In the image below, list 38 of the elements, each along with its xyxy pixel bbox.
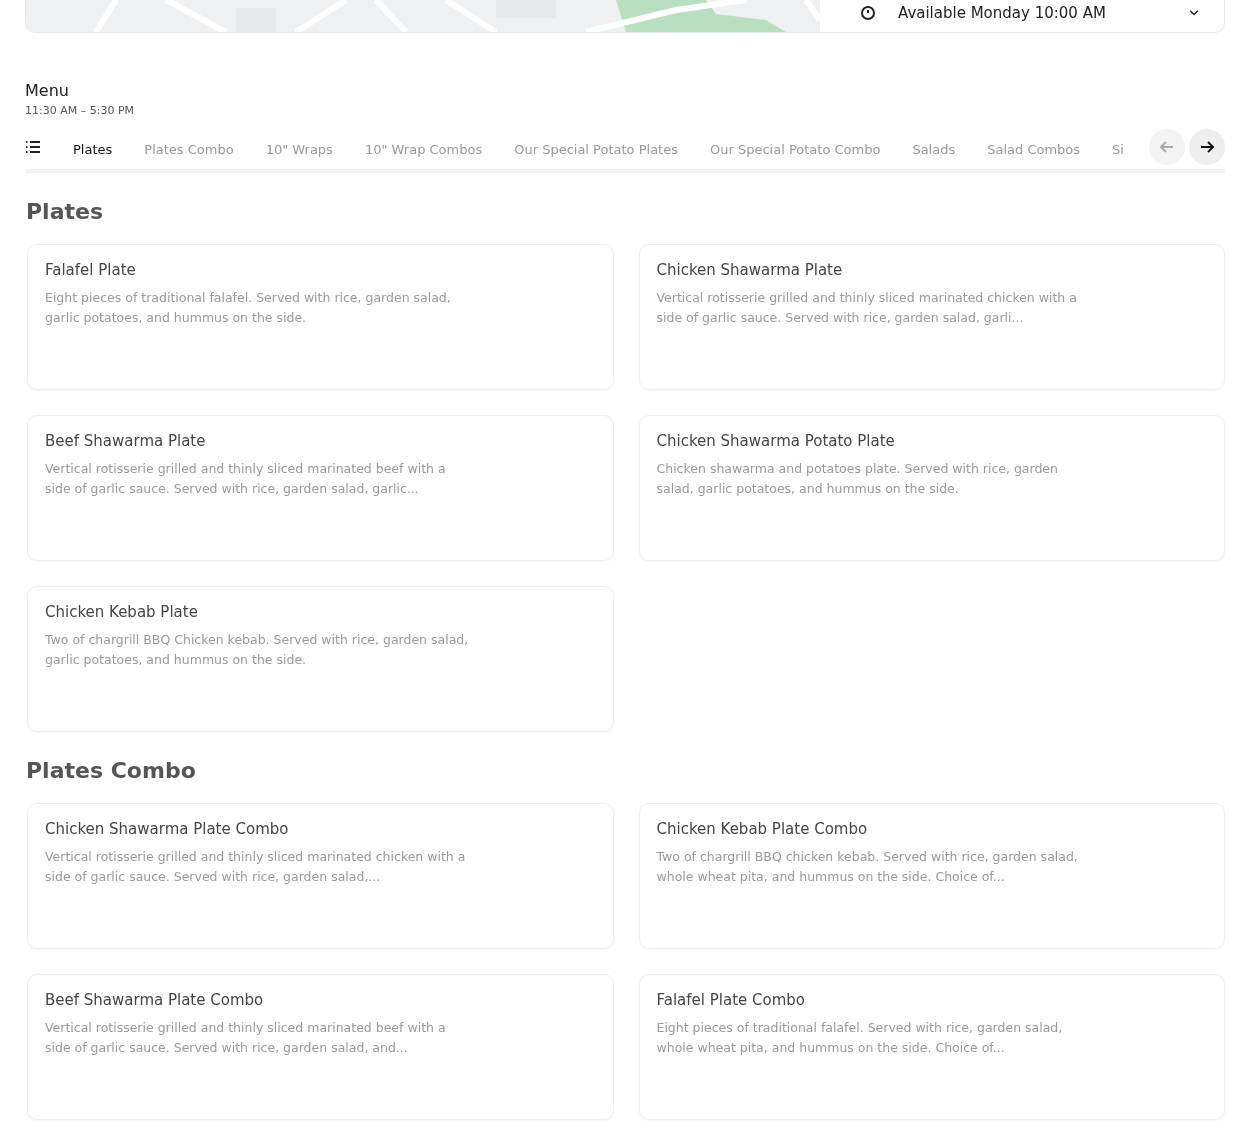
clock-icon <box>860 5 876 21</box>
item-description: Chicken shawarma and potatoes plate. Served with rice, garden salad, garlic potatoes, and hummus on the side. <box>656 460 1059 498</box>
menu-item-card[interactable]: Falafel Plate Combo Eight pieces of traditional falafel. Served with rice, garden salad, whole wheat pita, and hummus on the side. Choice of... <box>638 974 1225 1120</box>
item-description: Eight pieces of traditional falafel. Served with rice, garden salad, whole wheat pita, and hummus on the side. Choice of... <box>656 1019 1064 1057</box>
item-description: Vertical rotisserie grilled and thinly sliced marinated beef with a side of garlic sauce. Served with rice, garden salad, garlic... <box>45 460 447 498</box>
item-name: Chicken Shawarma Plate Combo <box>45 820 290 838</box>
arrow-right-icon <box>1199 139 1215 155</box>
menu-item-card[interactable]: Chicken Shawarma Potato Plate Chicken shawarma and potatoes plate. Served with rice, garden salad, garlic potatoes, and hummus on the side. <box>638 415 1225 561</box>
menu-item-card[interactable]: Chicken Shawarma Plate Combo Vertical rotisserie grilled and thinly sliced marinated chicken with a side of garlic sauce. Served with rice, garden salad,... <box>27 803 614 949</box>
item-description: Eight pieces of traditional falafel. Served with rice, garden salad, garlic potatoes, and hummus on the side. <box>45 289 452 327</box>
scroll-right-button[interactable] <box>1189 129 1225 165</box>
section-title: Plates <box>26 199 105 224</box>
item-description: Vertical rotisserie grilled and thinly sliced marinated beef with a side of garlic sauce. Served with rice, garden salad, and... <box>45 1019 447 1057</box>
menu-item-card[interactable]: Beef Shawarma Plate Vertical rotisserie grilled and thinly sliced marinated beef with a side of garlic sauce. Served with rice, garden salad, garlic... <box>27 415 614 561</box>
menu-item-card[interactable]: Chicken Shawarma Plate Vertical rotisserie grilled and thinly sliced marinated chicken with a side of garlic sauce. Served with rice, garden salad, garli... <box>638 244 1225 390</box>
item-name: Chicken Shawarma Potato Plate <box>656 432 896 450</box>
availability-text: Available Monday 10:00 AM <box>898 5 1107 21</box>
item-name: Falafel Plate <box>45 261 137 279</box>
menu-item-card[interactable]: Falafel Plate Eight pieces of traditional falafel. Served with rice, garden salad, garlic potatoes, and hummus on the side. <box>27 244 614 390</box>
item-description: Two of chargrill BBQ chicken kebab. Served with rice, garden salad, whole wheat pita, and hummus on the side. Choice of... <box>656 848 1079 886</box>
menu-hours: 11:30 AM – 5:30 PM <box>25 104 136 117</box>
item-name: Falafel Plate Combo <box>656 991 806 1009</box>
item-name: Beef Shawarma Plate <box>45 432 207 450</box>
item-description: Vertical rotisserie grilled and thinly sliced marinated chicken with a side of garlic sauce. Served with rice, garden salad, garli... <box>656 289 1078 327</box>
menu-item-card[interactable]: Chicken Kebab Plate Combo Two of chargrill BBQ chicken kebab. Served with rice, garden salad, whole wheat pita, and hummus on the side. Choice of... <box>638 803 1225 949</box>
item-name: Chicken Kebab Plate <box>45 603 199 621</box>
item-name: Beef Shawarma Plate Combo <box>45 991 265 1009</box>
section-title: Plates Combo <box>26 758 197 783</box>
menu-title: Menu <box>25 81 70 100</box>
list-icon <box>25 139 41 155</box>
category-tab[interactable]: Plates <box>57 125 129 169</box>
item-name: Chicken Shawarma Plate <box>656 261 844 279</box>
item-description: Two of chargrill BBQ Chicken kebab. Served with rice, garden salad, garlic potatoes, and hummus on the side. <box>45 631 470 669</box>
menu-item-card[interactable]: Chicken Kebab Plate Two of chargrill BBQ Chicken kebab. Served with rice, garden salad, garlic potatoes, and hummus on the side. <box>27 586 614 732</box>
item-name: Chicken Kebab Plate Combo <box>656 820 869 838</box>
arrow-left-icon <box>1159 139 1175 155</box>
item-description: Vertical rotisserie grilled and thinly sliced marinated chicken with a side of garlic sauce. Served with rice, garden salad,... <box>45 848 467 886</box>
menu-item-card[interactable]: Beef Shawarma Plate Combo Vertical rotisserie grilled and thinly sliced marinated beef with a side of garlic sauce. Served with rice, garden salad, and... <box>27 974 614 1120</box>
